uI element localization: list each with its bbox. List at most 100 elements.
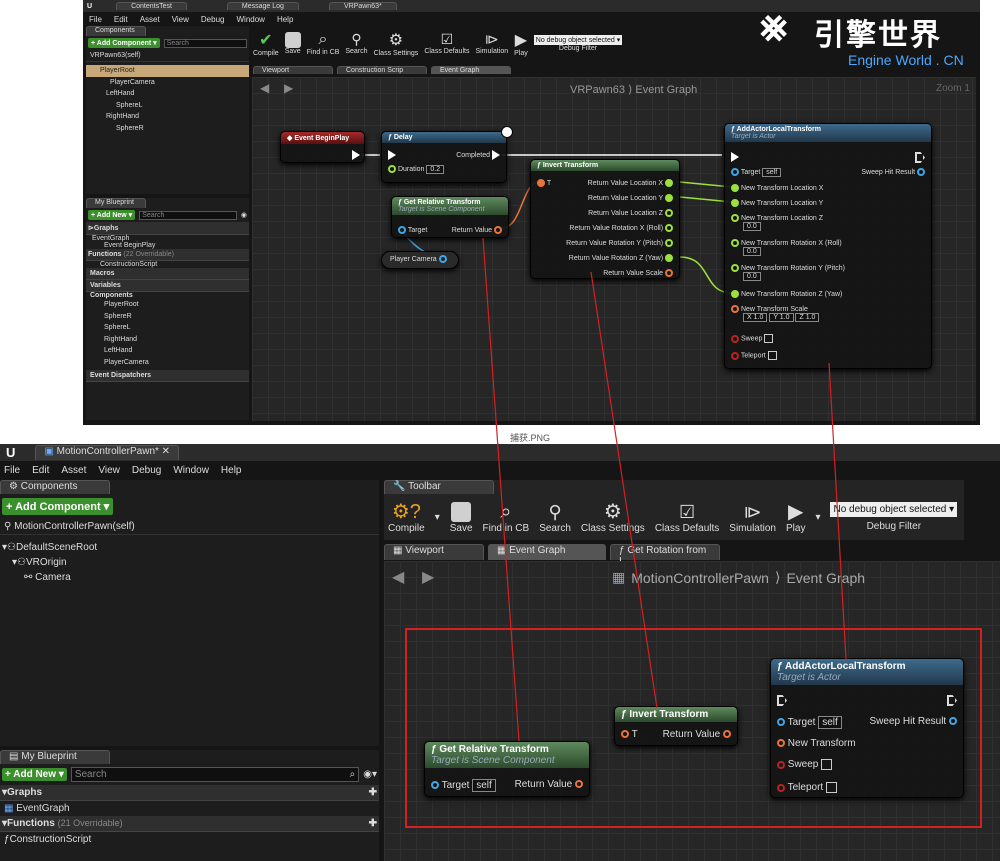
transform-out-pin[interactable] [575, 780, 583, 789]
top-menu-asset[interactable]: Asset [140, 15, 160, 24]
bottom-doc-tab[interactable]: ▣ MotionControllerPawn* ✕ [35, 445, 180, 460]
tree-item-spherel[interactable]: SphereL [86, 100, 249, 112]
top-add-new-button[interactable]: + Add New ▾ [88, 210, 136, 220]
tree-item-camera[interactable]: ⚯ Camera [0, 570, 379, 585]
bottom-menu-debug[interactable]: Debug [132, 465, 161, 476]
top-eye-icon[interactable]: ◉ [241, 211, 247, 219]
top-menu-help[interactable]: Help [277, 15, 293, 24]
teleport-checkbox[interactable] [767, 351, 777, 360]
top-doc-tab-3[interactable]: VRPawn63* [328, 2, 397, 10]
top-node-add-actor-local-transform[interactable]: ƒ AddActorLocalTransform Target is Actor … [724, 123, 932, 369]
struct-out-pin[interactable] [949, 717, 957, 726]
top-dispatchers-header[interactable]: Event Dispatchers [86, 370, 249, 382]
bool-pin[interactable] [731, 351, 739, 360]
top-my-blueprint-tab[interactable]: My Blueprint [86, 198, 146, 208]
bool-pin[interactable] [731, 334, 739, 343]
top-debug-select[interactable]: No debug object selected ▾ [533, 34, 623, 45]
top-variables-header[interactable]: Variables [86, 280, 249, 292]
exec-in-pin[interactable] [777, 695, 787, 706]
tree-item-vrorigin[interactable]: ▾⚇VROrigin [0, 555, 379, 570]
bottom-play-button[interactable]: ▶ Play [786, 501, 805, 534]
top-components-tab[interactable]: Components [86, 26, 146, 36]
var-spherel[interactable]: SphereL [86, 322, 249, 334]
bottom-tab-viewport[interactable]: ▦ Viewport [384, 544, 484, 560]
bottom-graph-canvas[interactable]: ◀ ▶ ▦ MotionControllerPawn ⟩ Event Graph… [384, 561, 1000, 861]
bottom-my-blueprint-tab[interactable]: ▤ My Blueprint [0, 750, 110, 764]
top-graph-canvas[interactable]: ◀ ▶ VRPawn63 ⟩ Event Graph Zoom 1 ◆ Even… [252, 77, 976, 421]
bottom-components-tab[interactable]: ⚙ Components [0, 480, 110, 494]
exec-in-pin[interactable] [388, 150, 396, 160]
top-components-subheader[interactable]: Components [86, 292, 249, 299]
exec-out-pin[interactable] [492, 150, 500, 160]
bottom-add-component-button[interactable]: + Add Component ▾ [2, 498, 114, 515]
top-compile-button[interactable]: ✔ Compile [253, 30, 279, 57]
float-out-pin[interactable] [665, 239, 673, 247]
bottom-compile-button[interactable]: ⚙? Compile [388, 501, 425, 534]
bottom-function-item[interactable]: ƒConstructionScript [0, 832, 379, 847]
struct-out-pin[interactable] [917, 168, 925, 176]
tree-item-spherer[interactable]: SphereR [86, 123, 249, 135]
top-node-get-relative-transform[interactable]: ƒ Get Relative Transform Target is Scene … [391, 196, 509, 238]
bottom-save-button[interactable]: Save [450, 501, 473, 534]
bottom-forward-arrow-icon[interactable]: ▶ [422, 567, 434, 587]
top-graphs-header[interactable]: ⊳Graphs [86, 222, 249, 235]
top-simulation-button[interactable]: ⧐ Simulation [475, 31, 508, 55]
target-self-box[interactable]: self [472, 779, 496, 792]
tree-item-playercamera[interactable]: PlayerCamera [86, 77, 249, 89]
top-menu-window[interactable]: Window [236, 15, 264, 24]
top-menu-edit[interactable]: Edit [114, 15, 128, 24]
bottom-debug-select[interactable]: No debug object selected ▾ [830, 502, 958, 517]
float-out-pin[interactable] [665, 254, 673, 262]
var-righthand[interactable]: RightHand [86, 334, 249, 346]
var-spherer[interactable]: SphereR [86, 311, 249, 323]
float-pin[interactable] [731, 199, 739, 207]
bottom-tab-event-graph[interactable]: ▦ Event Graph [488, 544, 606, 560]
object-pin[interactable] [438, 255, 447, 263]
float-out-pin[interactable] [665, 224, 673, 232]
target-self-box[interactable]: self [818, 716, 842, 729]
float-pin[interactable] [731, 264, 739, 272]
bottom-graphs-header[interactable]: ▾Graphs ✚ [0, 785, 379, 801]
float-pin[interactable] [731, 184, 739, 192]
float-pin[interactable] [731, 214, 739, 222]
object-pin[interactable] [431, 781, 439, 790]
object-pin[interactable] [777, 718, 785, 727]
play-dropdown-icon[interactable]: ▾ [815, 512, 820, 523]
float-out-pin[interactable] [665, 194, 673, 202]
bool-pin[interactable] [777, 760, 785, 769]
top-graph-item-beginplay[interactable]: Event BeginPlay [86, 242, 249, 249]
bottom-menu-file[interactable]: File [4, 465, 20, 476]
top-save-button[interactable]: Save [284, 31, 301, 55]
bool-pin[interactable] [777, 783, 785, 792]
tree-item-defaultsceneroot[interactable]: ▾⚇DefaultSceneRoot [0, 540, 379, 555]
top-add-component-button[interactable]: + Add Component ▾ [88, 38, 160, 48]
top-class-settings-button[interactable]: ⚙ Class Settings [374, 30, 419, 57]
object-pin[interactable] [398, 226, 406, 234]
transform-pin[interactable] [537, 179, 545, 187]
float-out-pin[interactable] [665, 209, 673, 217]
float-out-pin[interactable] [665, 179, 673, 187]
var-playercamera[interactable]: PlayerCamera [86, 357, 249, 369]
top-tab-viewport[interactable]: Viewport [253, 66, 333, 74]
top-menu-view[interactable]: View [172, 15, 189, 24]
compile-dropdown-icon[interactable]: ▾ [435, 512, 440, 523]
bottom-eye-icon[interactable]: ◉▾ [363, 769, 377, 780]
top-find-in-cb-button[interactable]: ⌕ Find in CB [307, 31, 340, 56]
transform-in-pin[interactable] [777, 739, 785, 748]
top-doc-tab-2[interactable]: Message Log [226, 2, 299, 10]
vector-out-pin[interactable] [665, 269, 673, 277]
exec-out-pin[interactable] [352, 150, 360, 160]
bottom-menu-window[interactable]: Window [173, 465, 209, 476]
top-node-delay[interactable]: ƒ Delay Completed Duration 0.2 [381, 131, 507, 183]
add-function-icon[interactable]: ✚ [369, 818, 377, 829]
bottom-blueprint-search[interactable]: Search ⌕ [70, 767, 360, 782]
bottom-back-arrow-icon[interactable]: ◀ [392, 567, 404, 587]
bottom-add-new-button[interactable]: + Add New ▾ [2, 768, 67, 781]
teleport-checkbox[interactable] [825, 782, 837, 793]
top-components-search[interactable]: Search [163, 38, 247, 48]
bottom-menu-view[interactable]: View [98, 465, 120, 476]
bottom-menu-asset[interactable]: Asset [61, 465, 86, 476]
top-node-invert-transform[interactable]: ƒ Invert Transform T Return Value Locati… [530, 159, 680, 279]
object-pin[interactable] [731, 168, 739, 177]
exec-out-pin[interactable] [915, 152, 925, 163]
